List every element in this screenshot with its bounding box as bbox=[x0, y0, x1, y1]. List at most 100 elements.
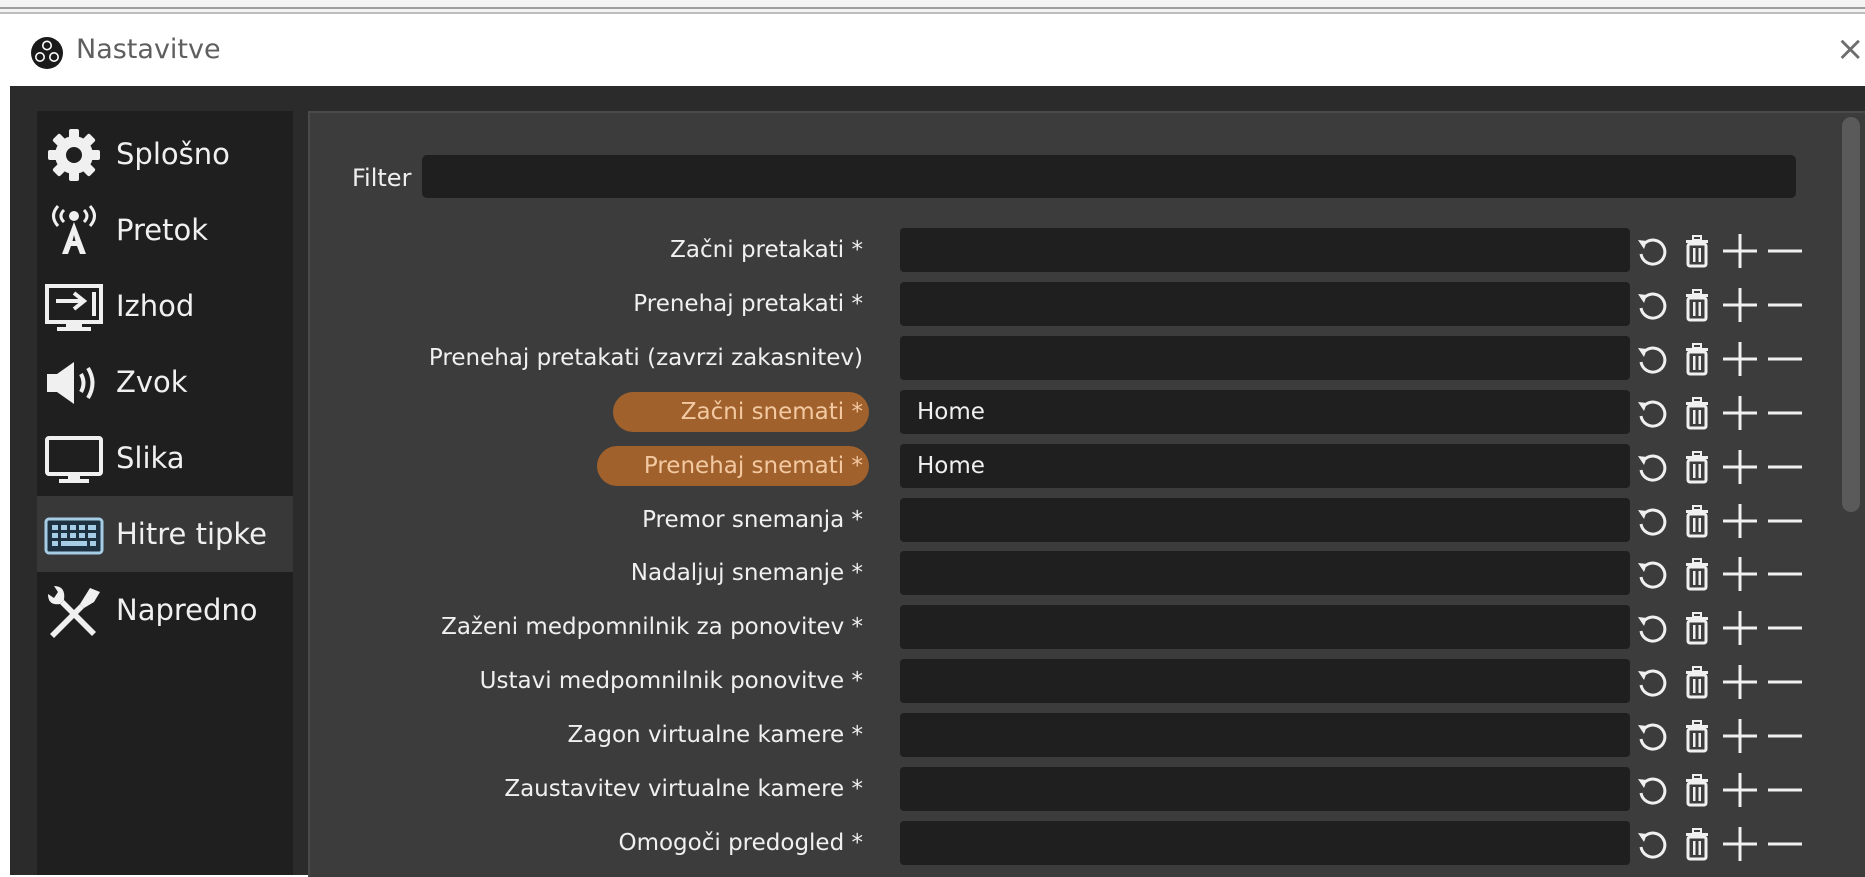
hotkey-label: Omogoči predogled * bbox=[618, 830, 863, 856]
sidebar-item-stream[interactable]: Pretok bbox=[37, 192, 293, 268]
minus-icon[interactable] bbox=[1766, 394, 1804, 432]
hotkey-value: Home bbox=[917, 399, 985, 425]
hotkey-input[interactable]: Home bbox=[900, 390, 1630, 434]
revert-icon[interactable] bbox=[1633, 340, 1671, 378]
background-window-strip bbox=[0, 0, 1865, 14]
hotkey-label: Začni snemati * bbox=[680, 399, 863, 425]
minus-icon[interactable] bbox=[1766, 448, 1804, 486]
title-bar: Nastavitve × bbox=[0, 14, 1865, 86]
hotkey-input[interactable] bbox=[900, 551, 1630, 595]
trash-icon[interactable] bbox=[1678, 555, 1716, 593]
hotkey-row: Zaženi medpomnilnik za ponovitev * bbox=[308, 605, 1865, 659]
obs-logo-icon bbox=[31, 37, 63, 69]
revert-icon[interactable] bbox=[1633, 232, 1671, 270]
filter-label: Filter bbox=[352, 164, 412, 192]
minus-icon[interactable] bbox=[1766, 232, 1804, 270]
hotkey-input[interactable] bbox=[900, 659, 1630, 703]
sidebar-item-output[interactable]: Izhod bbox=[37, 268, 293, 344]
sidebar-item-label: Hitre tipke bbox=[116, 517, 268, 551]
minus-icon[interactable] bbox=[1766, 609, 1804, 647]
sidebar-item-audio[interactable]: Zvok bbox=[37, 344, 293, 420]
sidebar-item-label: Splošno bbox=[116, 137, 230, 171]
plus-icon[interactable] bbox=[1721, 448, 1759, 486]
plus-icon[interactable] bbox=[1721, 663, 1759, 701]
revert-icon[interactable] bbox=[1633, 394, 1671, 432]
sidebar-item-advanced[interactable]: Napredno bbox=[37, 572, 293, 648]
gear-icon bbox=[48, 129, 100, 181]
trash-icon[interactable] bbox=[1678, 663, 1716, 701]
tools-icon bbox=[48, 586, 100, 638]
hotkey-label: Premor snemanja * bbox=[642, 507, 863, 533]
revert-icon[interactable] bbox=[1633, 609, 1671, 647]
trash-icon[interactable] bbox=[1678, 286, 1716, 324]
hotkey-input[interactable] bbox=[900, 767, 1630, 811]
sidebar-item-video[interactable]: Slika bbox=[37, 420, 293, 496]
keyboard-icon bbox=[44, 517, 104, 555]
minus-icon[interactable] bbox=[1766, 663, 1804, 701]
plus-icon[interactable] bbox=[1721, 340, 1759, 378]
revert-icon[interactable] bbox=[1633, 555, 1671, 593]
plus-icon[interactable] bbox=[1721, 609, 1759, 647]
trash-icon[interactable] bbox=[1678, 502, 1716, 540]
scrollbar-thumb[interactable] bbox=[1842, 117, 1860, 512]
minus-icon[interactable] bbox=[1766, 717, 1804, 755]
broadcast-antenna-icon bbox=[52, 204, 96, 254]
hotkey-input[interactable] bbox=[900, 713, 1630, 757]
hotkey-label: Začni pretakati * bbox=[670, 237, 863, 263]
plus-icon[interactable] bbox=[1721, 717, 1759, 755]
trash-icon[interactable] bbox=[1678, 340, 1716, 378]
plus-icon[interactable] bbox=[1721, 502, 1759, 540]
revert-icon[interactable] bbox=[1633, 448, 1671, 486]
trash-icon[interactable] bbox=[1678, 394, 1716, 432]
minus-icon[interactable] bbox=[1766, 825, 1804, 863]
revert-icon[interactable] bbox=[1633, 502, 1671, 540]
filter-input[interactable] bbox=[422, 155, 1796, 198]
hotkey-input[interactable] bbox=[900, 336, 1630, 380]
revert-icon[interactable] bbox=[1633, 663, 1671, 701]
trash-icon[interactable] bbox=[1678, 609, 1716, 647]
monitor-output-icon bbox=[45, 284, 103, 331]
revert-icon[interactable] bbox=[1633, 286, 1671, 324]
speaker-icon bbox=[47, 362, 95, 404]
trash-icon[interactable] bbox=[1678, 717, 1716, 755]
hotkey-row: Nadaljuj snemanje * bbox=[308, 551, 1865, 605]
minus-icon[interactable] bbox=[1766, 771, 1804, 809]
hotkey-label: Zagon virtualne kamere * bbox=[567, 722, 863, 748]
minus-icon[interactable] bbox=[1766, 502, 1804, 540]
close-button[interactable]: × bbox=[1836, 32, 1865, 66]
plus-icon[interactable] bbox=[1721, 286, 1759, 324]
plus-icon[interactable] bbox=[1721, 771, 1759, 809]
revert-icon[interactable] bbox=[1633, 717, 1671, 755]
trash-icon[interactable] bbox=[1678, 771, 1716, 809]
sidebar-item-label: Slika bbox=[116, 441, 185, 475]
hotkey-input[interactable] bbox=[900, 821, 1630, 865]
hotkey-label: Prenehaj snemati * bbox=[643, 453, 863, 479]
sidebar-item-label: Pretok bbox=[116, 213, 209, 247]
plus-icon[interactable] bbox=[1721, 555, 1759, 593]
trash-icon[interactable] bbox=[1678, 232, 1716, 270]
plus-icon[interactable] bbox=[1721, 825, 1759, 863]
minus-icon[interactable] bbox=[1766, 286, 1804, 324]
hotkey-input[interactable] bbox=[900, 605, 1630, 649]
trash-icon[interactable] bbox=[1678, 825, 1716, 863]
hotkey-label: Nadaljuj snemanje * bbox=[630, 560, 863, 586]
sidebar-item-label: Izhod bbox=[116, 289, 195, 323]
hotkey-row: Zagon virtualne kamere * bbox=[308, 713, 1865, 767]
sidebar-item-label: Napredno bbox=[116, 593, 258, 627]
hotkey-label: Ustavi medpomnilnik ponovitve * bbox=[479, 668, 863, 694]
hotkey-input[interactable] bbox=[900, 498, 1630, 542]
sidebar-item-general[interactable]: Splošno bbox=[37, 116, 293, 192]
revert-icon[interactable] bbox=[1633, 825, 1671, 863]
trash-icon[interactable] bbox=[1678, 448, 1716, 486]
sidebar-item-hotkeys[interactable]: Hitre tipke bbox=[37, 496, 293, 572]
plus-icon[interactable] bbox=[1721, 232, 1759, 270]
hotkey-row: Zaustavitev virtualne kamere * bbox=[308, 767, 1865, 821]
minus-icon[interactable] bbox=[1766, 555, 1804, 593]
plus-icon[interactable] bbox=[1721, 394, 1759, 432]
sidebar-item-label: Zvok bbox=[116, 365, 188, 399]
hotkey-input[interactable]: Home bbox=[900, 444, 1630, 488]
hotkey-input[interactable] bbox=[900, 282, 1630, 326]
minus-icon[interactable] bbox=[1766, 340, 1804, 378]
hotkey-input[interactable] bbox=[900, 228, 1630, 272]
revert-icon[interactable] bbox=[1633, 771, 1671, 809]
